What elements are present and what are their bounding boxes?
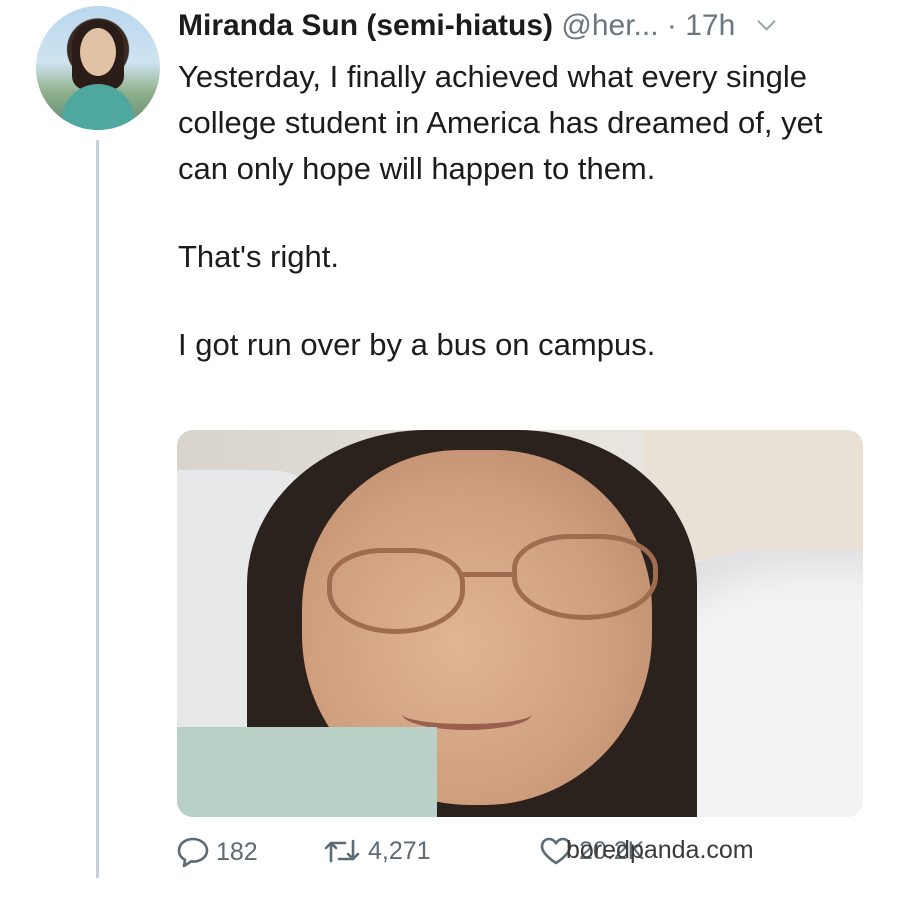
tweet-paragraph: Yesterday, I finally achieved what every… <box>178 59 823 186</box>
author-handle-time[interactable]: @her... · 17h <box>561 9 735 42</box>
author-name[interactable]: Miranda Sun (semi-hiatus) <box>178 9 553 42</box>
tweet-actions: 182 4,271 20.2K <box>176 836 896 876</box>
watermark: boredpanda.com <box>566 836 754 864</box>
reply-icon <box>176 836 210 868</box>
chevron-down-icon[interactable] <box>756 12 776 31</box>
retweet-icon <box>322 836 362 866</box>
tweet-paragraph: I got run over by a bus on campus. <box>178 327 656 362</box>
tweet-paragraph: That's right. <box>178 239 339 274</box>
retweet-button[interactable]: 4,271 <box>322 836 431 866</box>
reply-button[interactable]: 182 <box>176 836 258 868</box>
tweet-text: Yesterday, I finally achieved what every… <box>178 54 868 368</box>
tweet-photo[interactable] <box>177 430 863 817</box>
avatar[interactable] <box>36 6 160 130</box>
tweet-header: Miranda Sun (semi-hiatus) @her... · 17h <box>178 8 879 44</box>
reply-count: 182 <box>216 837 258 866</box>
thread-line <box>96 140 99 878</box>
retweet-count: 4,271 <box>368 836 431 865</box>
